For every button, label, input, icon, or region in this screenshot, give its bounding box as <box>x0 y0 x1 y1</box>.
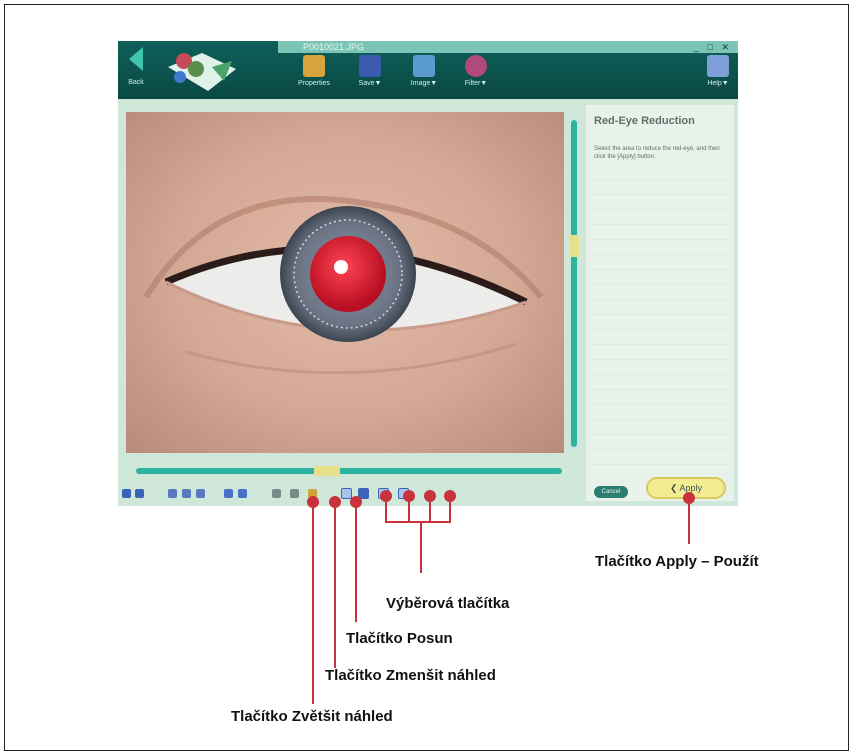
rotate-right-icon[interactable] <box>182 489 191 498</box>
image-icon <box>413 55 435 77</box>
callout-line-select <box>385 521 451 523</box>
help-label: Help▼ <box>707 80 729 87</box>
photo-preview[interactable] <box>126 112 564 453</box>
back-arrow-icon <box>129 47 143 71</box>
callout-line-select <box>408 500 410 522</box>
toolbar: Back P0010021.JPG _ □ ✕ Properties Save▼… <box>118 41 738 99</box>
toolbar-image-button[interactable]: Image▼ <box>404 55 444 87</box>
back-button[interactable]: Back <box>118 45 154 93</box>
callout-line-zoom-out <box>334 504 336 668</box>
chevron-left-icon: ❮ <box>669 483 680 493</box>
side-panel: Red-Eye Reduction Select the area to red… <box>586 105 734 501</box>
eye-photo <box>143 196 544 375</box>
toolbar-properties-button[interactable]: Properties <box>294 55 334 87</box>
callout-zoom-in: Tlačítko Zvětšit náhled <box>231 708 393 725</box>
scroll-thumb[interactable] <box>569 235 579 257</box>
filter-icon <box>465 55 487 77</box>
zoom-out-icon[interactable] <box>290 489 299 498</box>
undo-icon[interactable] <box>122 489 131 498</box>
fit-icon[interactable] <box>224 489 233 498</box>
title-bar: P0010021.JPG _ □ ✕ <box>278 41 738 53</box>
toolbar-save-button[interactable]: Save▼ <box>350 55 390 87</box>
callout-apply: Tlačítko Apply – Použít <box>595 553 759 570</box>
scroll-track <box>136 468 562 474</box>
toolbar-item-label: Image▼ <box>410 80 438 87</box>
callout-pan: Tlačítko Posun <box>346 630 453 647</box>
toolbar-item-label: Filter▼ <box>464 80 488 87</box>
callout-line-select <box>429 500 431 522</box>
callout-line-select <box>420 521 422 573</box>
save-icon <box>359 55 381 77</box>
callout-line-select <box>449 500 451 522</box>
callout-line-select <box>385 500 387 522</box>
toolbar-item-label: Properties <box>298 80 330 87</box>
horizontal-scrollbar[interactable] <box>126 466 572 476</box>
scroll-track <box>571 120 577 447</box>
redo-icon[interactable] <box>135 489 144 498</box>
scroll-thumb[interactable] <box>314 466 340 476</box>
callout-line-zoom-in <box>312 504 314 704</box>
toolbar-item-label: Save▼ <box>358 80 382 87</box>
back-label: Back <box>128 79 144 86</box>
callout-zoom-out: Tlačítko Zmenšit náhled <box>325 667 496 684</box>
app-logo-icon <box>168 53 236 91</box>
vertical-scrollbar[interactable] <box>568 110 580 457</box>
window-controls[interactable]: _ □ ✕ <box>694 42 732 52</box>
panel-title: Red-Eye Reduction <box>594 115 695 127</box>
help-button[interactable]: Help▼ <box>698 55 738 87</box>
zoom-in-icon[interactable] <box>272 489 281 498</box>
panel-lines <box>590 165 730 465</box>
properties-icon <box>303 55 325 77</box>
callout-line-apply <box>688 500 690 544</box>
actual-size-icon[interactable] <box>238 489 247 498</box>
app-window: Back P0010021.JPG _ □ ✕ Properties Save▼… <box>118 41 738 506</box>
callout-selection: Výběrová tlačítka <box>386 595 510 612</box>
callout-line-pan <box>355 504 357 622</box>
rotate-left-icon[interactable] <box>168 489 177 498</box>
help-icon <box>707 55 729 77</box>
file-name: P0010021.JPG <box>303 42 365 52</box>
flip-icon[interactable] <box>196 489 205 498</box>
panel-description: Select the area to reduce the red-eye, a… <box>594 146 720 160</box>
cancel-button[interactable]: Cancel <box>594 486 628 498</box>
toolbar-filter-button[interactable]: Filter▼ <box>456 55 496 87</box>
